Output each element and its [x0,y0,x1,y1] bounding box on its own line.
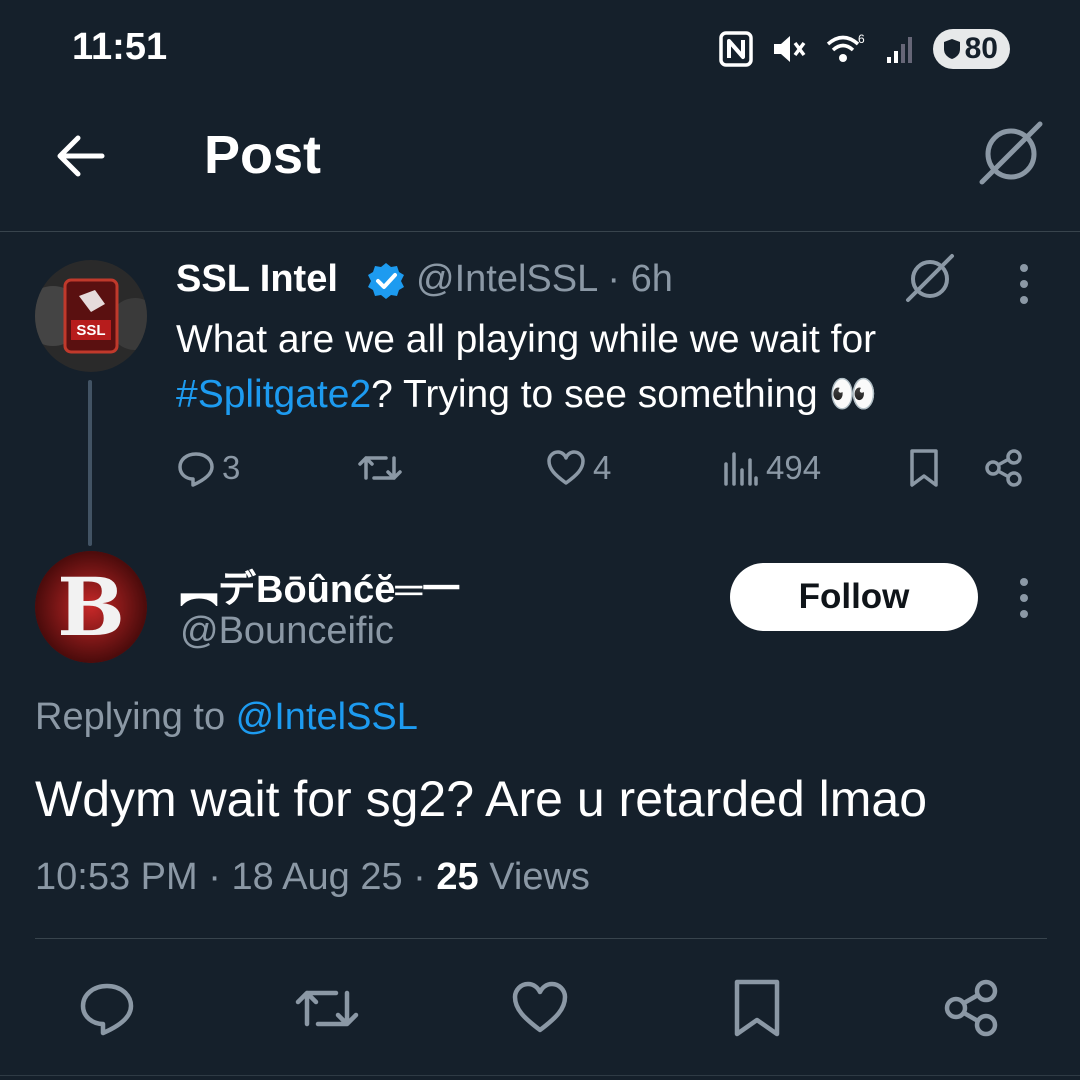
parent-grok-button[interactable] [904,252,956,304]
status-time: 11:51 [72,26,168,68]
bottom-divider [0,1075,1080,1076]
more-vertical-icon [1020,264,1028,304]
reply-button[interactable] [77,978,137,1038]
like-icon [547,450,585,485]
nfc-icon [718,31,753,67]
parent-retweet-button[interactable] [356,444,404,492]
grok-icon [906,254,954,302]
status-icons: 6 80 [718,26,1010,72]
reply-date: 18 Aug 25 [231,856,403,898]
reply-views-label[interactable]: Views [479,856,590,898]
retweet-button[interactable] [292,978,362,1038]
arrow-left-icon [57,135,105,177]
avatar-badge-text: SSL [76,322,105,339]
battery-level: 80 [964,32,998,65]
reply-avatar[interactable]: B [35,551,147,663]
views-icon [724,452,758,486]
like-button[interactable] [510,978,570,1038]
retweet-icon [358,456,402,480]
parent-text-before: What are we all playing while we wait fo… [176,318,877,361]
avatar-letter: B [57,560,125,654]
reply-icon [178,452,214,487]
parent-reply-button[interactable]: 3 [176,444,240,492]
reply-more-button[interactable] [1006,576,1042,620]
back-button[interactable] [52,128,108,184]
parent-views-button[interactable]: 494 [722,444,821,492]
page-title: Post [204,125,322,185]
parent-text-after: ? Trying to see something 👀 [371,373,878,416]
bookmark-icon [910,449,938,487]
signal-icon [886,37,912,63]
grok-icon [979,121,1043,185]
replying-to-line: Replying to @IntelSSL [35,696,418,739]
reply-views-count[interactable]: 25 [436,856,478,898]
svg-text:6: 6 [858,32,865,46]
views-count: 494 [766,449,822,486]
reply-count: 3 [222,449,241,486]
like-count: 4 [593,449,612,486]
parent-handle[interactable]: @IntelSSL [416,258,597,300]
reply-meta: 10:53 PM · 18 Aug 25 · 25 Views [35,856,590,899]
parent-more-button[interactable] [1006,262,1042,306]
verified-badge-icon [368,263,404,299]
header-divider [0,231,1080,232]
parent-handle-line: @IntelSSL · 6h [416,258,673,301]
more-vertical-icon [1020,578,1028,618]
parent-tweet-text: What are we all playing while we wait fo… [176,312,1026,422]
reply-time: 10:53 PM [35,856,198,898]
share-button[interactable] [942,978,1002,1038]
hashtag-link[interactable]: #Splitgate2 [176,373,371,416]
mute-icon [773,36,806,62]
parent-avatar[interactable]: SSL [35,260,147,372]
separator-dot: · [607,258,621,300]
shield-icon [943,39,960,59]
bookmark-icon [734,979,780,1037]
parent-author-name[interactable]: SSL Intel [176,258,338,301]
battery-indicator: 80 [932,29,1010,69]
reply-author-name[interactable]: ︻デBōûnćĕ═一 [180,558,460,613]
share-icon [944,979,998,1037]
reply-icon [80,983,134,1036]
parent-like-button[interactable]: 4 [545,444,611,492]
grok-button[interactable] [976,118,1046,188]
replying-prefix: Replying to [35,696,236,738]
replying-mention-link[interactable]: @IntelSSL [236,696,418,738]
meta-dot-1: · [208,856,221,898]
meta-dot-2: · [413,856,426,898]
parent-share-button[interactable] [984,444,1024,492]
reply-tweet-text: Wdym wait for sg2? Are u retarded lmao [35,771,928,827]
parent-bookmark-button[interactable] [906,444,942,492]
follow-button[interactable]: Follow [730,563,978,631]
parent-time[interactable]: 6h [631,258,673,300]
share-icon [985,449,1022,487]
wifi-icon: 6 [826,32,865,62]
reply-handle[interactable]: @Bounceific [180,610,394,653]
bookmark-button[interactable] [727,978,787,1038]
meta-divider [35,938,1047,939]
like-icon [512,981,568,1033]
retweet-icon [295,990,359,1027]
thread-line [88,380,92,546]
